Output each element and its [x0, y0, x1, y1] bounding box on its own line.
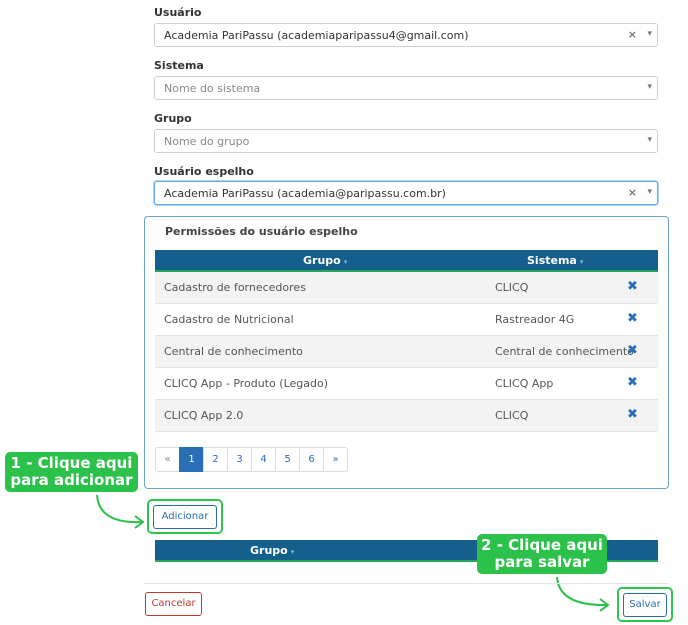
chevron-down-icon[interactable]: ▾	[647, 187, 652, 197]
usuario-espelho-label: Usuário espelho	[154, 165, 254, 178]
delete-icon[interactable]: ✖	[627, 311, 638, 326]
pagination-prev[interactable]: «	[155, 447, 180, 472]
step1-callout-line2: para adicionar	[10, 471, 133, 489]
sort-icon: ▾	[290, 548, 295, 556]
column-header-sistema[interactable]: Sistema ▾	[527, 254, 583, 267]
sistema-select-placeholder: Nome do sistema	[164, 82, 261, 95]
row-sistema: Rastreador 4G	[495, 313, 575, 326]
usuario-label: Usuário	[154, 6, 202, 19]
step2-callout: 2 - Clique aqui para salvar	[477, 534, 607, 574]
usuario-espelho-select[interactable]: Academia PariPassu (academia@paripassu.c…	[154, 181, 658, 205]
column-header-sistema-label: Sistema	[527, 254, 577, 267]
permissions-panel-title: Permissões do usuário espelho	[165, 225, 358, 238]
chevron-down-icon[interactable]: ▾	[647, 135, 652, 145]
usuario-select-value: Academia PariPassu (academiaparipassu4@g…	[164, 29, 469, 42]
permissions-table-header: Grupo ▾ Sistema ▾	[155, 250, 658, 272]
row-sistema: CLICQ App	[495, 377, 554, 390]
pagination-page-2[interactable]: 2	[203, 447, 228, 472]
step1-arrow-icon	[96, 494, 145, 529]
table-row: Cadastro de fornecedores CLICQ ✖	[155, 272, 658, 304]
table-row: Cadastro de Nutricional Rastreador 4G ✖	[155, 304, 658, 336]
pagination-page-1[interactable]: 1	[179, 447, 204, 472]
step2-callout-line1: 2 - Clique aqui	[481, 536, 603, 554]
footer-divider	[144, 583, 669, 584]
sort-icon: ▾	[579, 258, 584, 266]
grupo-select-placeholder: Nome do grupo	[164, 135, 250, 148]
cancelar-button[interactable]: Cancelar	[145, 592, 202, 616]
adicionar-button[interactable]: Adicionar	[153, 505, 217, 529]
table-row: CLICQ App 2.0 CLICQ ✖	[155, 400, 658, 432]
row-sistema: CLICQ	[495, 409, 529, 422]
row-grupo: Cadastro de Nutricional	[164, 313, 294, 326]
pagination-page-5[interactable]: 5	[275, 447, 300, 472]
step1-callout: 1 - Clique aqui para adicionar	[5, 452, 138, 492]
column-header-grupo-label: Grupo	[250, 544, 288, 557]
clear-icon[interactable]: ×	[628, 186, 637, 199]
pagination-next[interactable]: »	[323, 447, 348, 472]
row-grupo: Cadastro de fornecedores	[164, 281, 306, 294]
sistema-label: Sistema	[154, 59, 204, 72]
step2-callout-line2: para salvar	[494, 553, 590, 571]
step2-arrow-icon	[556, 576, 610, 612]
grupo-select[interactable]: Nome do grupo ▾	[154, 129, 658, 153]
table-row: CLICQ App - Produto (Legado) CLICQ App ✖	[155, 368, 658, 400]
row-grupo: CLICQ App 2.0	[164, 409, 244, 422]
delete-icon[interactable]: ✖	[627, 343, 638, 358]
row-grupo: CLICQ App - Produto (Legado)	[164, 377, 329, 390]
usuario-select[interactable]: Academia PariPassu (academiaparipassu4@g…	[154, 23, 658, 47]
row-sistema: CLICQ	[495, 281, 529, 294]
usuario-espelho-select-value: Academia PariPassu (academia@paripassu.c…	[164, 187, 446, 200]
sort-icon: ▾	[343, 258, 348, 266]
pagination-page-3[interactable]: 3	[227, 447, 252, 472]
pagination-page-4[interactable]: 4	[251, 447, 276, 472]
row-sistema: Central de conhecimento	[495, 345, 634, 358]
grupo-label: Grupo	[154, 112, 192, 125]
delete-icon[interactable]: ✖	[627, 375, 638, 390]
column-header-grupo[interactable]: Grupo ▾	[303, 254, 347, 267]
sistema-select[interactable]: Nome do sistema ▾	[154, 76, 658, 100]
column-header-grupo[interactable]: Grupo ▾	[250, 544, 294, 557]
column-header-grupo-label: Grupo	[303, 254, 341, 267]
pagination: « 1 2 3 4 5 6 »	[155, 447, 348, 472]
chevron-down-icon[interactable]: ▾	[647, 29, 652, 39]
salvar-button[interactable]: Salvar	[623, 593, 667, 617]
clear-icon[interactable]: ×	[628, 28, 637, 41]
chevron-down-icon[interactable]: ▾	[647, 82, 652, 92]
pagination-page-6[interactable]: 6	[299, 447, 324, 472]
delete-icon[interactable]: ✖	[627, 407, 638, 422]
table-row: Central de conhecimento Central de conhe…	[155, 336, 658, 368]
step1-callout-line1: 1 - Clique aqui	[10, 454, 133, 472]
delete-icon[interactable]: ✖	[627, 279, 638, 294]
row-grupo: Central de conhecimento	[164, 345, 303, 358]
